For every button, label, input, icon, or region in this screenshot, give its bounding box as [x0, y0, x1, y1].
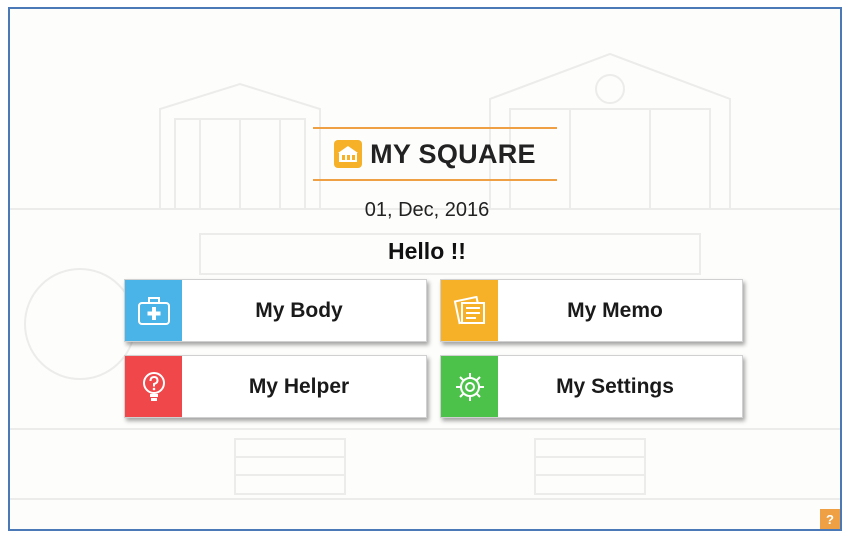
- my-memo-label: My Memo: [567, 298, 663, 322]
- app-title: MY SQUARE: [370, 138, 536, 169]
- my-body-button[interactable]: My Body: [124, 279, 427, 342]
- lightbulb-icon: [125, 356, 182, 417]
- greeting-text: Hello !!: [388, 238, 466, 264]
- my-memo-button[interactable]: My Memo: [440, 279, 743, 342]
- my-helper-label: My Helper: [248, 374, 350, 398]
- memo-notes-icon: [441, 280, 498, 341]
- building-icon: [334, 140, 363, 168]
- app-window: MY SQUARE 01, Dec, 2016 Hello !! My Body…: [8, 7, 842, 531]
- campus-background-illustration: [10, 52, 840, 500]
- app-title-banner: MY SQUARE: [313, 127, 557, 181]
- my-settings-button[interactable]: My Settings: [440, 355, 743, 418]
- my-settings-label: My Settings: [556, 374, 674, 398]
- current-date: 01, Dec, 2016: [364, 199, 490, 221]
- my-helper-button[interactable]: My Helper: [124, 355, 427, 418]
- my-body-label: My Body: [255, 298, 343, 322]
- first-aid-kit-icon: [125, 280, 182, 341]
- gear-icon: [441, 356, 498, 417]
- help-button[interactable]: ?: [820, 509, 840, 529]
